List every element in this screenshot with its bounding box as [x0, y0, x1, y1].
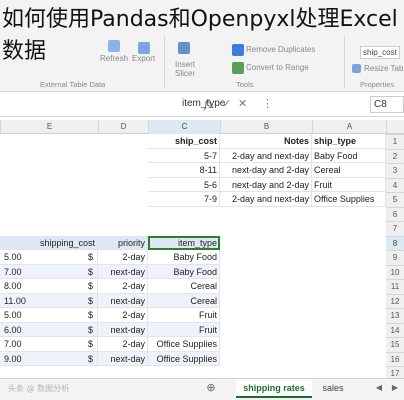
currency-symbol: $: [87, 310, 93, 320]
row-header[interactable]: 2: [386, 148, 404, 163]
nav-right-icon[interactable]: ▶: [388, 381, 402, 395]
shipping-cost-value: 6.00: [4, 324, 22, 335]
row-header[interactable]: 3: [386, 163, 404, 178]
item-type-cell[interactable]: Fruit: [148, 322, 220, 337]
item-type-cell[interactable]: Fruit: [148, 308, 220, 323]
currency-symbol: $: [87, 324, 93, 335]
shipping-cost-value: 8.00: [4, 281, 22, 291]
ship-type-cell[interactable]: Cereal: [312, 163, 386, 178]
priority-cell[interactable]: 2-day: [98, 250, 148, 265]
tab-shipping-rates[interactable]: shipping rates: [236, 379, 312, 398]
column-header-b[interactable]: B: [220, 120, 312, 134]
ship-cost-cell[interactable]: 5-6: [148, 177, 220, 192]
currency-symbol: $: [87, 252, 93, 262]
column-header-d[interactable]: D: [98, 120, 148, 134]
name-box[interactable]: C8: [370, 96, 404, 113]
ship-cost-cell[interactable]: 8-11: [148, 163, 220, 178]
ship-type-cell[interactable]: Baby Food: [312, 148, 386, 163]
group-external-table-data: External Table Data: [40, 80, 106, 89]
notes-cell[interactable]: 2-day and next-day: [220, 192, 312, 207]
column-header-c[interactable]: C: [148, 120, 220, 134]
column-header-a[interactable]: A: [312, 120, 386, 134]
item-type-cell[interactable]: Cereal: [148, 293, 220, 308]
row-header[interactable]: 15: [386, 337, 404, 352]
group-tools: Tools: [236, 80, 254, 89]
priority-cell[interactable]: next-day: [98, 264, 148, 279]
currency-symbol: $: [87, 266, 93, 277]
row-header[interactable]: 8: [386, 235, 404, 250]
header-item-type[interactable]: item_type: [148, 235, 220, 250]
ship-type-cell[interactable]: Office Supplies: [312, 192, 386, 207]
shipping-cost-value: 9.00: [4, 353, 22, 364]
row-header[interactable]: 7: [386, 221, 404, 236]
shipping-cost-cell[interactable]: 11.00 $: [0, 293, 98, 308]
priority-cell[interactable]: 2-day: [98, 279, 148, 294]
formula-bar: item_type fx ✓ ✕ ⋮ C8: [0, 93, 404, 117]
watermark: 头条 @ 数据分析: [8, 384, 70, 393]
notes-cell[interactable]: next-day and 2-day: [220, 163, 312, 178]
shipping-cost-cell[interactable]: 6.00 $: [0, 322, 98, 337]
notes-cell[interactable]: next-day and 2-day: [220, 177, 312, 192]
notes-cell[interactable]: 2-day and next-day: [220, 148, 312, 163]
select-all-corner[interactable]: [386, 120, 404, 134]
row-header[interactable]: 14: [386, 322, 404, 337]
shipping-cost-cell[interactable]: 7.00 $: [0, 337, 98, 352]
header-notes[interactable]: Notes: [220, 134, 312, 149]
row-header[interactable]: 5: [386, 192, 404, 207]
currency-symbol: $: [87, 281, 93, 291]
shipping-cost-value: 7.00: [4, 266, 22, 277]
ship-type-cell[interactable]: Fruit: [312, 177, 386, 192]
item-type-cell[interactable]: Baby Food: [148, 264, 220, 279]
shipping-cost-cell[interactable]: 5.00 $: [0, 250, 98, 265]
cancel-icon[interactable]: ✕: [238, 97, 247, 110]
ship-cost-cell[interactable]: 7-9: [148, 192, 220, 207]
currency-symbol: $: [87, 353, 93, 364]
shipping-cost-cell[interactable]: 7.00 $: [0, 264, 98, 279]
row-header[interactable]: 6: [386, 206, 404, 221]
row-header[interactable]: 1: [386, 134, 404, 149]
item-type-cell[interactable]: Cereal: [148, 279, 220, 294]
header-shipping-cost[interactable]: shipping_cost: [0, 235, 98, 250]
priority-cell[interactable]: 2-day: [98, 308, 148, 323]
add-sheet-button[interactable]: ⊕: [204, 381, 218, 395]
shipping-cost-value: 5.00: [4, 310, 22, 320]
sheet-tab-bar: 头条 @ 数据分析 ⊕ shipping rates sales ◀ ▶: [0, 378, 404, 400]
shipping-cost-cell[interactable]: 5.00 $: [0, 308, 98, 323]
row-header[interactable]: 12: [386, 293, 404, 308]
header-ship-type[interactable]: ship_type: [312, 134, 386, 149]
priority-cell[interactable]: next-day: [98, 293, 148, 308]
shipping-cost-cell[interactable]: 9.00 $: [0, 351, 98, 366]
ship-cost-cell[interactable]: 5-7: [148, 148, 220, 163]
tab-sales[interactable]: sales: [316, 379, 350, 398]
row-header[interactable]: 16: [386, 351, 404, 366]
row-header[interactable]: 10: [386, 264, 404, 279]
priority-cell[interactable]: next-day: [98, 322, 148, 337]
confirm-icon[interactable]: ✓: [222, 97, 231, 110]
nav-left-icon[interactable]: ◀: [372, 381, 386, 395]
row-header[interactable]: 9: [386, 250, 404, 265]
priority-cell[interactable]: next-day: [98, 351, 148, 366]
item-type-cell[interactable]: Office Supplies: [148, 337, 220, 352]
row-header[interactable]: 11: [386, 279, 404, 294]
shipping-cost-value: 7.00: [4, 339, 22, 349]
currency-symbol: $: [87, 295, 93, 306]
shipping-cost-cell[interactable]: 8.00 $: [0, 279, 98, 294]
group-properties: Properties: [360, 80, 395, 89]
shipping-cost-value: 11.00: [4, 295, 26, 306]
page-title: 如何使用Pandas和Openpyxl处理Excel数据: [2, 7, 398, 64]
header-priority[interactable]: priority: [98, 235, 148, 250]
item-type-cell[interactable]: Office Supplies: [148, 351, 220, 366]
fx-icon[interactable]: fx: [204, 98, 214, 111]
shipping-cost-value: 5.00: [4, 252, 22, 262]
row-header[interactable]: 4: [386, 177, 404, 192]
row-header[interactable]: 13: [386, 308, 404, 323]
header-ship-cost[interactable]: ship_cost: [148, 134, 220, 149]
spreadsheet-grid: E D C B A 1 2 3 4 5 6 7 8 9 10 11 12 13 14 15 16 17 ship_…: [0, 120, 404, 381]
currency-symbol: $: [87, 339, 93, 349]
priority-cell[interactable]: 2-day: [98, 337, 148, 352]
item-type-cell[interactable]: Baby Food: [148, 250, 220, 265]
more-icon[interactable]: ⋮: [262, 97, 273, 110]
column-header-row: E D C B A: [0, 120, 404, 134]
column-header-e[interactable]: E: [0, 120, 98, 134]
